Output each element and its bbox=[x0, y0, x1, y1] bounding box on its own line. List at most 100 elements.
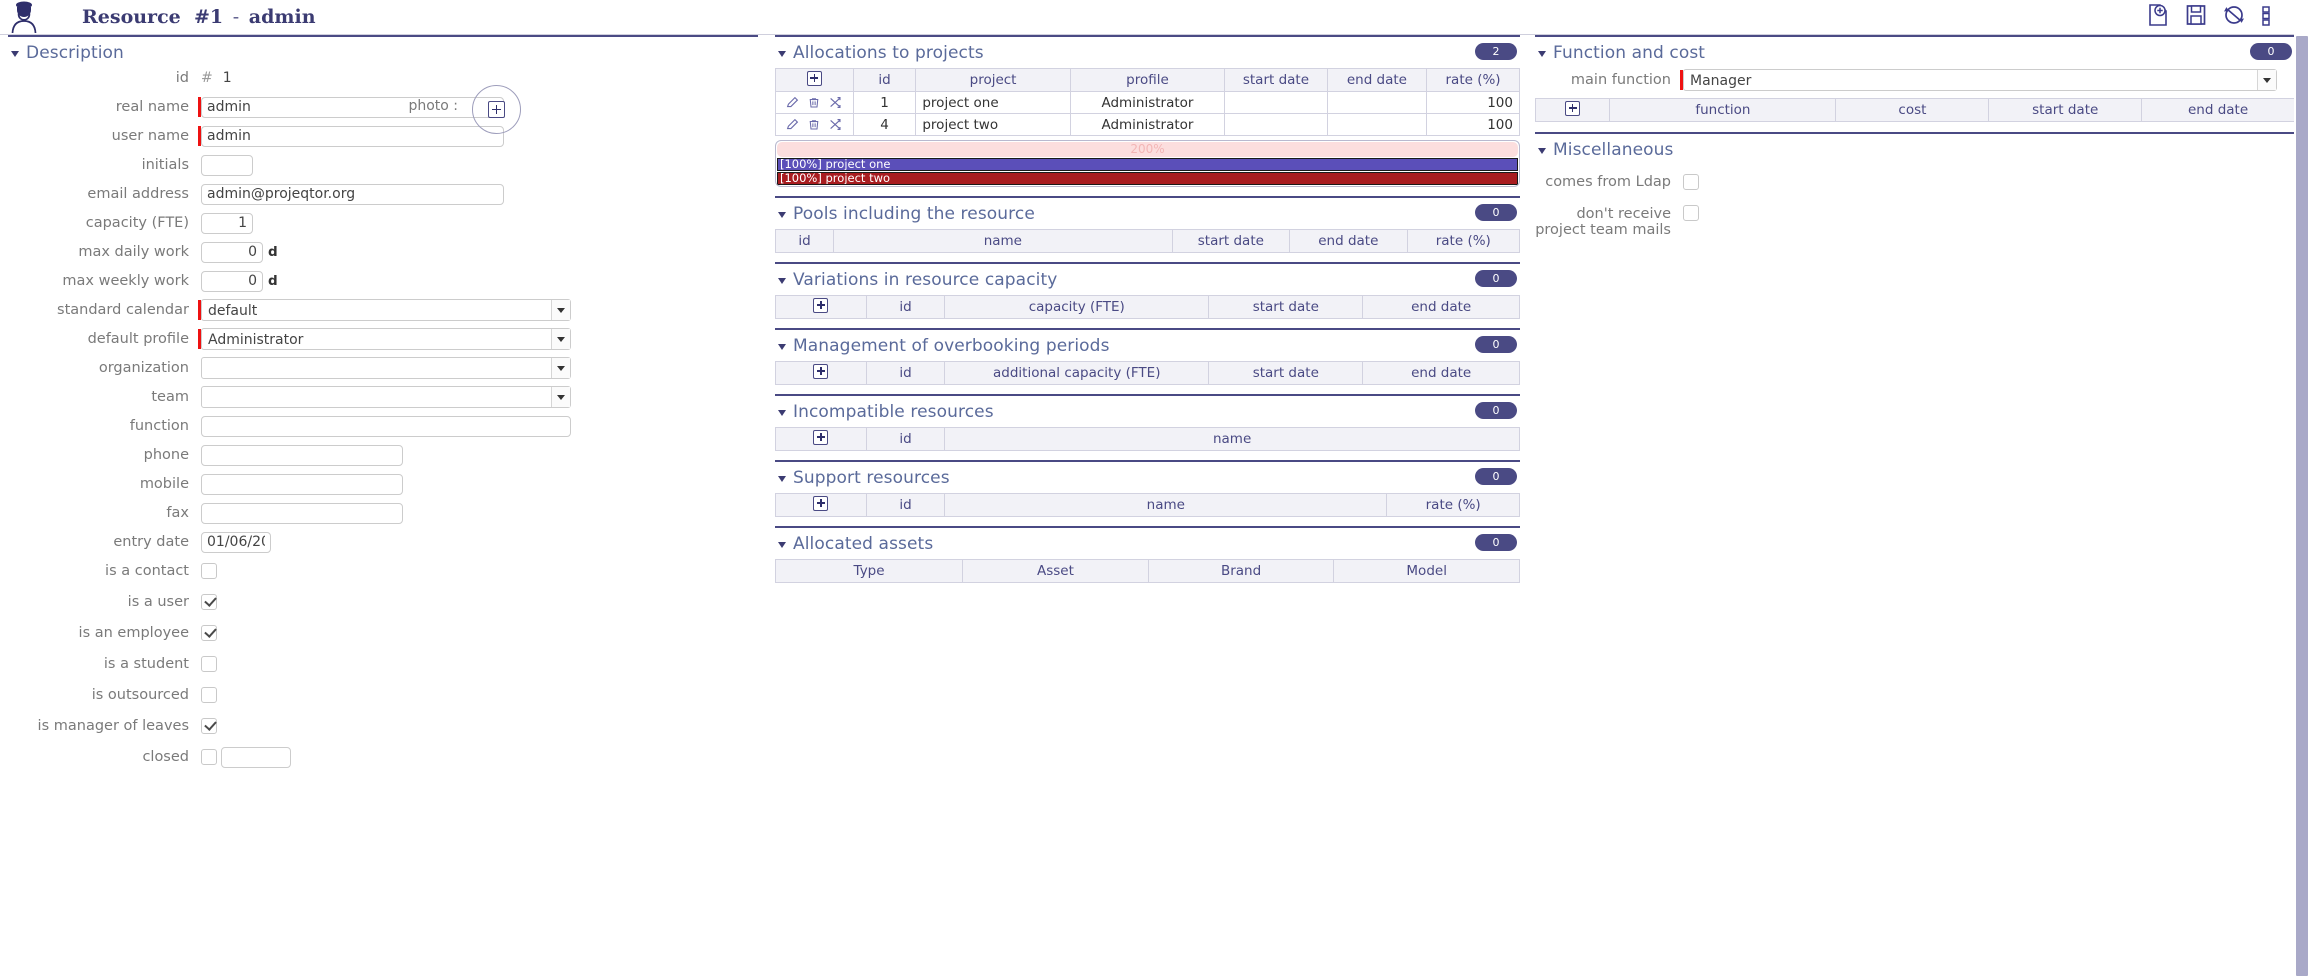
chevron-down-icon[interactable] bbox=[778, 542, 786, 548]
edit-pencil-icon[interactable] bbox=[786, 118, 799, 131]
chevron-down-icon[interactable] bbox=[1538, 51, 1546, 57]
refresh-icon[interactable] bbox=[2223, 3, 2245, 27]
max-weekly-work-input[interactable] bbox=[201, 270, 263, 292]
section-description-header[interactable]: Description bbox=[8, 41, 758, 65]
closed-checkbox[interactable] bbox=[201, 749, 217, 765]
section-overbooking-header[interactable]: Management of overbooking periods 0 bbox=[775, 334, 1520, 358]
add-row-button[interactable] bbox=[813, 297, 829, 313]
chevron-down-icon[interactable] bbox=[778, 51, 786, 57]
entry-date-input[interactable] bbox=[201, 531, 271, 553]
col-id: id bbox=[865, 361, 946, 385]
chevron-down-icon[interactable] bbox=[1538, 148, 1546, 154]
chevron-down-icon[interactable] bbox=[778, 278, 786, 284]
section-allocations-header[interactable]: Allocations to projects 2 bbox=[775, 41, 1520, 65]
column-description: Description photo : id # 1 real name adm… bbox=[8, 35, 758, 775]
col-id: id bbox=[852, 68, 917, 92]
closed-date-input[interactable] bbox=[221, 746, 291, 768]
transfer-shuffle-icon[interactable] bbox=[829, 96, 842, 109]
edit-pencil-icon[interactable] bbox=[786, 96, 799, 109]
function-cost-count-badge: 0 bbox=[2250, 43, 2292, 60]
user-name-input[interactable] bbox=[201, 125, 504, 147]
email-input[interactable] bbox=[201, 183, 504, 205]
chevron-down-icon[interactable] bbox=[2257, 70, 2276, 90]
no-team-mails-checkbox[interactable] bbox=[1683, 205, 1699, 221]
id-hash-icon: # bbox=[201, 70, 213, 86]
add-row-button[interactable] bbox=[813, 429, 829, 445]
pools-table: id name start date end date rate (%) bbox=[774, 229, 1521, 253]
section-assets-title: Allocated assets bbox=[793, 534, 934, 554]
section-support-header[interactable]: Support resources 0 bbox=[775, 466, 1520, 490]
chevron-down-icon[interactable] bbox=[11, 51, 19, 57]
field-row-default-profile: default profile Administrator bbox=[8, 328, 758, 350]
function-input[interactable] bbox=[201, 415, 571, 437]
real-name-input[interactable] bbox=[201, 96, 504, 118]
variations-table: id capacity (FTE) start date end date bbox=[775, 295, 1520, 319]
page-title: Resource #1 - admin bbox=[82, 6, 316, 28]
support-table: id name rate (%) bbox=[775, 493, 1520, 517]
field-row-id: id # 1 bbox=[8, 67, 758, 89]
section-pools-title: Pools including the resource bbox=[793, 204, 1035, 224]
section-miscellaneous-header[interactable]: Miscellaneous bbox=[1535, 138, 2295, 162]
add-row-button[interactable] bbox=[806, 70, 822, 86]
is-employee-checkbox[interactable] bbox=[201, 625, 217, 641]
comes-from-ldap-checkbox[interactable] bbox=[1683, 174, 1699, 190]
table-row[interactable]: 4 project two Administrator 100 bbox=[775, 113, 1520, 136]
table-header-row: function cost start date end date bbox=[1534, 98, 2295, 122]
initials-input[interactable] bbox=[201, 154, 253, 176]
cell-rate: 100 bbox=[1426, 91, 1520, 114]
new-document-icon[interactable] bbox=[2147, 3, 2169, 27]
table-header-row: id name start date end date rate (%) bbox=[774, 229, 1521, 253]
section-assets-header[interactable]: Allocated assets 0 bbox=[775, 532, 1520, 556]
delete-trash-icon[interactable] bbox=[808, 96, 820, 109]
field-row-is-student: is a student bbox=[8, 653, 758, 675]
delete-trash-icon[interactable] bbox=[808, 118, 820, 131]
is-manager-of-leaves-checkbox[interactable] bbox=[201, 718, 217, 734]
is-student-checkbox[interactable] bbox=[201, 656, 217, 672]
scrollbar-thumb[interactable] bbox=[2296, 36, 2308, 976]
chevron-down-icon[interactable] bbox=[778, 212, 786, 218]
chevron-down-icon[interactable] bbox=[778, 410, 786, 416]
phone-input[interactable] bbox=[201, 444, 403, 466]
allocation-chart: 200% [100%] project one [100%] project t… bbox=[775, 140, 1520, 187]
field-row-mobile: mobile bbox=[8, 473, 758, 495]
photo-upload-button[interactable] bbox=[472, 85, 521, 134]
more-menu-icon[interactable] bbox=[2261, 3, 2283, 27]
max-daily-work-input[interactable] bbox=[201, 241, 263, 263]
section-incompatible-header[interactable]: Incompatible resources 0 bbox=[775, 400, 1520, 424]
is-user-checkbox[interactable] bbox=[201, 594, 217, 610]
section-function-cost-header[interactable]: Function and cost 0 bbox=[1535, 41, 2295, 65]
fax-input[interactable] bbox=[201, 502, 403, 524]
field-row-is-user: is a user bbox=[8, 591, 758, 613]
capacity-input[interactable] bbox=[201, 212, 253, 234]
section-assets: Allocated assets 0 Type Asset Brand Mode… bbox=[774, 526, 1520, 583]
table-row[interactable]: 1 project one Administrator 100 bbox=[775, 91, 1520, 114]
standard-calendar-select[interactable]: default bbox=[201, 299, 571, 321]
page-scrollbar[interactable] bbox=[2294, 0, 2309, 978]
section-pools-header[interactable]: Pools including the resource 0 bbox=[775, 202, 1520, 226]
add-row-button[interactable] bbox=[1565, 100, 1581, 116]
chevron-down-icon[interactable] bbox=[551, 358, 570, 378]
organization-select[interactable] bbox=[201, 357, 571, 379]
default-profile-select[interactable]: Administrator bbox=[201, 328, 571, 350]
field-row-function: function bbox=[8, 415, 758, 437]
add-variation-cell bbox=[775, 295, 867, 319]
section-variations-header[interactable]: Variations in resource capacity 0 bbox=[775, 268, 1520, 292]
plus-icon[interactable] bbox=[488, 101, 505, 118]
no-team-mails-label: don't receive project team mails bbox=[1535, 206, 1671, 239]
save-icon[interactable] bbox=[2185, 3, 2207, 27]
team-select[interactable] bbox=[201, 386, 571, 408]
add-row-button[interactable] bbox=[813, 495, 829, 511]
transfer-shuffle-icon[interactable] bbox=[829, 118, 842, 131]
mobile-input[interactable] bbox=[201, 473, 403, 495]
add-row-button[interactable] bbox=[813, 363, 829, 379]
chevron-down-icon[interactable] bbox=[778, 476, 786, 482]
team-label: team bbox=[151, 388, 189, 405]
chevron-down-icon[interactable] bbox=[551, 300, 570, 320]
chevron-down-icon[interactable] bbox=[778, 344, 786, 350]
chevron-down-icon[interactable] bbox=[551, 387, 570, 407]
is-contact-checkbox[interactable] bbox=[201, 563, 217, 579]
main-function-select[interactable]: Manager bbox=[1683, 69, 2277, 91]
cell-rate: 100 bbox=[1426, 113, 1520, 136]
chevron-down-icon[interactable] bbox=[551, 329, 570, 349]
is-outsourced-checkbox[interactable] bbox=[201, 687, 217, 703]
